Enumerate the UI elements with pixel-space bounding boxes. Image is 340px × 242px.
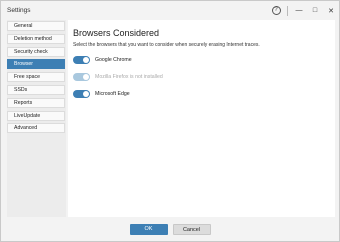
content-panel: Browsers Considered Select the browsers …: [68, 20, 335, 217]
window-title: Settings: [7, 7, 31, 14]
sidebar-item-general[interactable]: General: [7, 21, 65, 31]
toggle-knob: [83, 56, 89, 63]
browser-row-edge: Microsoft Edge: [73, 88, 335, 99]
sidebar-item-liveupdate[interactable]: LiveUpdate: [7, 110, 65, 121]
sidebar-item-reports[interactable]: Reports: [7, 97, 65, 108]
close-button[interactable]: ✕: [323, 1, 339, 20]
sidebar-item-free-space[interactable]: Free space: [7, 72, 65, 83]
toggle-knob: [83, 73, 89, 80]
page-title: Browsers Considered: [73, 28, 160, 38]
edge-toggle[interactable]: [73, 89, 90, 98]
title-bar: Settings ? — □ ✕: [1, 1, 339, 20]
ok-button[interactable]: OK: [129, 223, 168, 235]
browser-row-firefox: Mozilla Firefox is not installed: [73, 71, 335, 82]
sidebar-item-ssds[interactable]: SSDs: [7, 84, 65, 95]
maximize-button[interactable]: □: [307, 1, 323, 20]
browser-row-chrome: Google Chrome: [73, 54, 335, 65]
sidebar-item-deletion-method[interactable]: Deletion method: [7, 33, 65, 44]
help-icon: ?: [271, 6, 281, 15]
page-subtitle: Select the browsers that you want to con…: [73, 42, 260, 48]
footer-bar: OK Cancel: [1, 217, 339, 241]
chrome-label: Google Chrome: [95, 56, 132, 63]
sidebar-item-security-check[interactable]: Security check: [7, 46, 65, 57]
settings-window: Settings ? — □ ✕ General Deletion method…: [0, 0, 340, 242]
chrome-toggle[interactable]: [73, 55, 90, 64]
help-button[interactable]: ?: [268, 1, 284, 20]
sidebar-item-browser[interactable]: Browser: [7, 59, 65, 70]
minimize-button[interactable]: —: [291, 1, 307, 20]
close-icon: ✕: [328, 7, 334, 15]
sidebar-item-advanced[interactable]: Advanced: [7, 123, 65, 134]
firefox-label: Mozilla Firefox is not installed: [95, 73, 163, 80]
toggle-knob: [83, 90, 89, 97]
maximize-icon: □: [312, 7, 318, 14]
edge-label: Microsoft Edge: [95, 90, 130, 97]
firefox-toggle: [73, 72, 90, 81]
cancel-button[interactable]: Cancel: [172, 223, 211, 235]
sidebar: General Deletion method Security check B…: [7, 20, 66, 217]
title-separator: [287, 5, 288, 16]
minimize-icon: —: [295, 7, 303, 14]
